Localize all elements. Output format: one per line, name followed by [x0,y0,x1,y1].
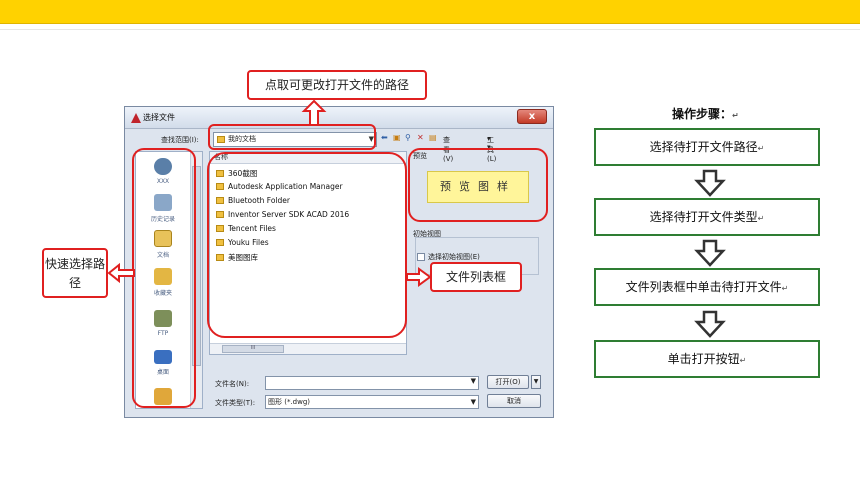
chevron-down-icon[interactable]: ▼ [471,377,476,385]
file-list-callout: 文件列表框 [430,262,522,292]
down-arrow-icon [694,169,726,197]
quick-path-callout: 快速选择路径 [42,248,108,298]
top-divider [0,29,860,30]
file-list-highlight-ring [207,152,407,338]
file-list-hscrollbar[interactable]: III [210,343,406,354]
up-arrow-icon [301,99,327,126]
path-callout: 点取可更改打开文件的路径 [247,70,427,100]
delete-icon[interactable]: ✕ [417,133,424,142]
cancel-button[interactable]: 取消 [487,394,541,408]
steps-title: 操作步骤：↵ [672,105,739,122]
step-box: 文件列表框中单击待打开文件↵ [594,268,820,306]
autocad-logo-icon [131,113,141,123]
chevron-down-icon: ▼ [470,398,476,406]
select-initial-view-checkbox[interactable] [417,253,425,261]
step-text: 文件列表框中单击待打开文件 [625,280,782,294]
look-in-label: 查找范围(I): [161,136,199,144]
back-icon[interactable]: ⬅ [381,133,388,142]
open-button[interactable]: 打开(O) [487,375,529,389]
new-folder-icon[interactable]: ▤ [429,133,437,142]
right-arrow-icon [107,262,135,284]
step-box: 选择待打开文件路径↵ [594,128,820,166]
preview-highlight-ring [408,148,548,222]
up-folder-icon[interactable]: ▣ [393,133,401,142]
places-highlight-ring [132,148,196,408]
paragraph-mark-icon: ↵ [781,284,789,293]
steps-title-text: 操作步骤： [672,107,733,121]
paragraph-mark-icon: ↵ [732,111,739,120]
path-highlight-ring [208,124,376,150]
file-name-label: 文件名(N): [215,380,250,388]
dialog-title: 选择文件 [143,113,175,122]
file-name-input[interactable]: ▼ [265,376,479,390]
file-type-value: 图形 (*.dwg) [268,398,311,406]
open-options-button[interactable]: ▼ [531,375,541,389]
step-box: 单击打开按钮↵ [594,340,820,378]
top-banner [0,0,860,24]
hscroll-thumb[interactable]: III [222,345,284,353]
right-arrow-icon [406,267,432,287]
close-button[interactable]: x [517,109,547,124]
step-box: 选择待打开文件类型↵ [594,198,820,236]
step-text: 选择待打开文件类型 [649,210,758,224]
paragraph-mark-icon: ↵ [757,214,765,223]
paragraph-mark-icon: ↵ [739,356,747,365]
file-type-dropdown[interactable]: 图形 (*.dwg) ▼ [265,395,479,409]
select-initial-view-label: 选择初始视图(E) [428,253,480,261]
step-text: 单击打开按钮 [667,352,740,366]
step-text: 选择待打开文件路径 [649,140,758,154]
down-arrow-icon [694,239,726,267]
paragraph-mark-icon: ↵ [757,144,765,153]
down-arrow-icon [694,310,726,338]
file-type-label: 文件类型(T): [215,399,256,407]
quick-path-text: 快速选择路径 [44,257,105,290]
search-icon[interactable]: ⚲ [405,133,411,142]
